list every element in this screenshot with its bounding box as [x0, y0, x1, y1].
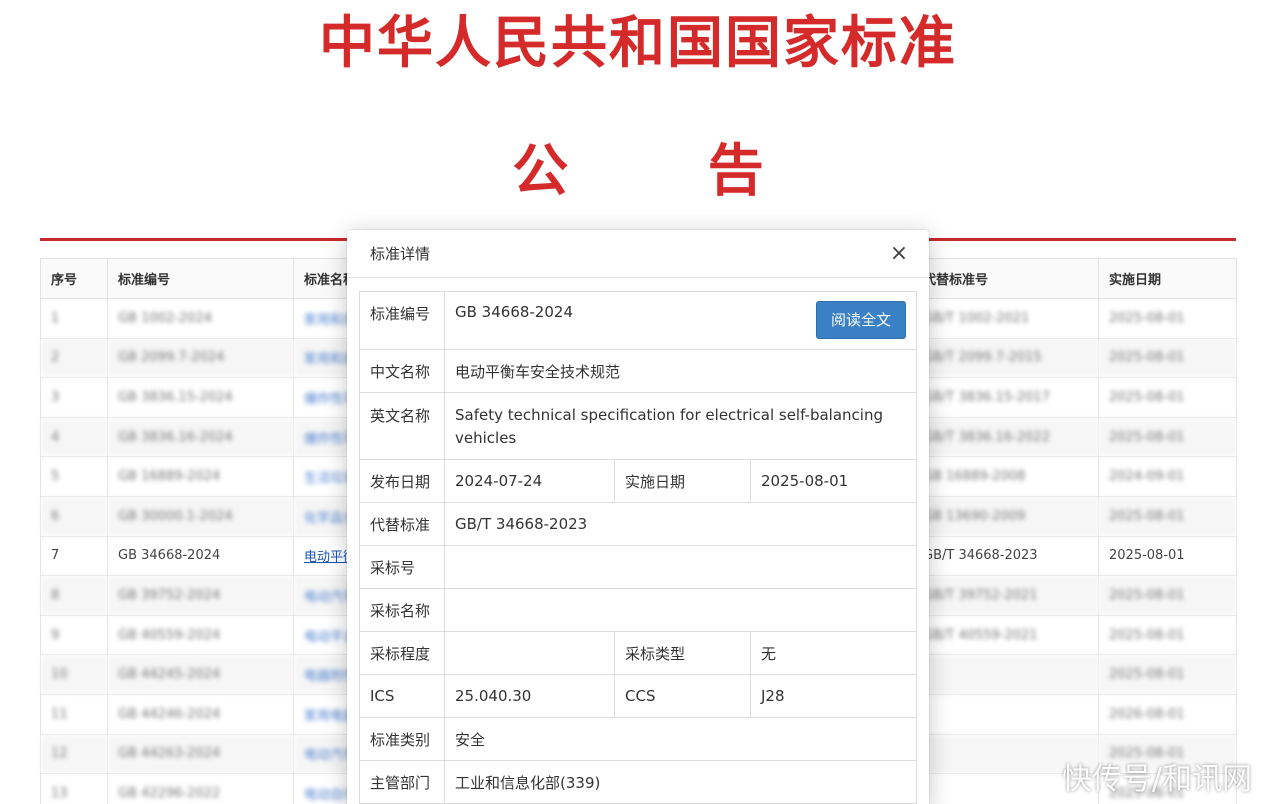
standard-detail-modal: 标准详情 × 标准编号 GB 34668-2024 阅读全文 中文名称 电动平衡… [347, 230, 929, 804]
department-value: 工业和信息化部(339) [443, 760, 918, 804]
adopt-type-value: 无 [749, 631, 918, 675]
field-label: ICS [359, 674, 445, 718]
detail-row-code: 标准编号 GB 34668-2024 阅读全文 [359, 291, 918, 350]
detail-table: 标准编号 GB 34668-2024 阅读全文 中文名称 电动平衡车安全技术规范… [359, 291, 918, 804]
adopt-no-value [443, 545, 918, 589]
field-label: 采标名称 [359, 588, 445, 632]
detail-row-replace: 代替标准 GB/T 34668-2023 [359, 502, 918, 546]
column-header: 标准编号 [107, 258, 294, 299]
detail-row-dates: 发布日期 2024-07-24 实施日期 2025-08-01 [359, 459, 918, 503]
ics-value: 25.040.30 [444, 674, 615, 718]
modal-title: 标准详情 [370, 245, 431, 263]
adopt-name-value [443, 588, 918, 632]
field-label: 采标类型 [614, 631, 751, 675]
detail-row-adopt-degree: 采标程度 采标类型 无 [359, 631, 918, 675]
field-label: 代替标准 [359, 502, 445, 546]
ccs-value: J28 [749, 674, 918, 718]
replaced-standard-value: GB/T 34668-2023 [443, 502, 918, 546]
field-label: 实施日期 [614, 459, 751, 503]
page-subtitle: 公 告 [512, 139, 824, 204]
detail-row-dept: 主管部门 工业和信息化部(339) [359, 760, 918, 804]
modal-header: 标准详情 × [347, 230, 929, 278]
page-title: 中华人民共和国国家标准 [319, 11, 957, 76]
column-header: 实施日期 [1098, 258, 1237, 299]
english-name-value: Safety technical specification for elect… [443, 392, 918, 460]
field-label: 标准编号 [359, 291, 445, 350]
column-header: 序号 [40, 258, 108, 299]
read-full-text-button[interactable]: 阅读全文 [816, 301, 907, 339]
field-label: 采标号 [359, 545, 445, 589]
field-label: 采标程度 [359, 631, 445, 675]
detail-row-adopt-no: 采标号 [359, 545, 918, 589]
field-label: 英文名称 [359, 392, 445, 460]
column-header: 代替标准号 [912, 258, 1099, 299]
watermark: 快传号/和讯网 [1061, 762, 1252, 797]
adopt-degree-value [444, 631, 615, 675]
field-label: 中文名称 [359, 349, 445, 393]
field-label: 发布日期 [359, 459, 445, 503]
field-value-cell: GB 34668-2024 阅读全文 [443, 291, 918, 350]
field-label: 标准类别 [359, 717, 445, 761]
detail-row-ics-ccs: ICS 25.040.30 CCS J28 [359, 674, 918, 718]
field-label: 主管部门 [359, 760, 445, 804]
standard-code-value: GB 34668-2024 [455, 303, 573, 321]
detail-row-adopt-name: 采标名称 [359, 588, 918, 632]
detail-row-cn-name: 中文名称 电动平衡车安全技术规范 [359, 349, 918, 393]
detail-row-en-name: 英文名称 Safety technical specification for … [359, 392, 918, 460]
close-icon[interactable]: × [887, 242, 911, 266]
implement-date-value: 2025-08-01 [749, 459, 918, 503]
chinese-name-value: 电动平衡车安全技术规范 [443, 349, 918, 393]
category-value: 安全 [443, 717, 918, 761]
detail-row-category: 标准类别 安全 [359, 717, 918, 761]
field-label: CCS [614, 674, 751, 718]
publish-date-value: 2024-07-24 [444, 459, 615, 503]
